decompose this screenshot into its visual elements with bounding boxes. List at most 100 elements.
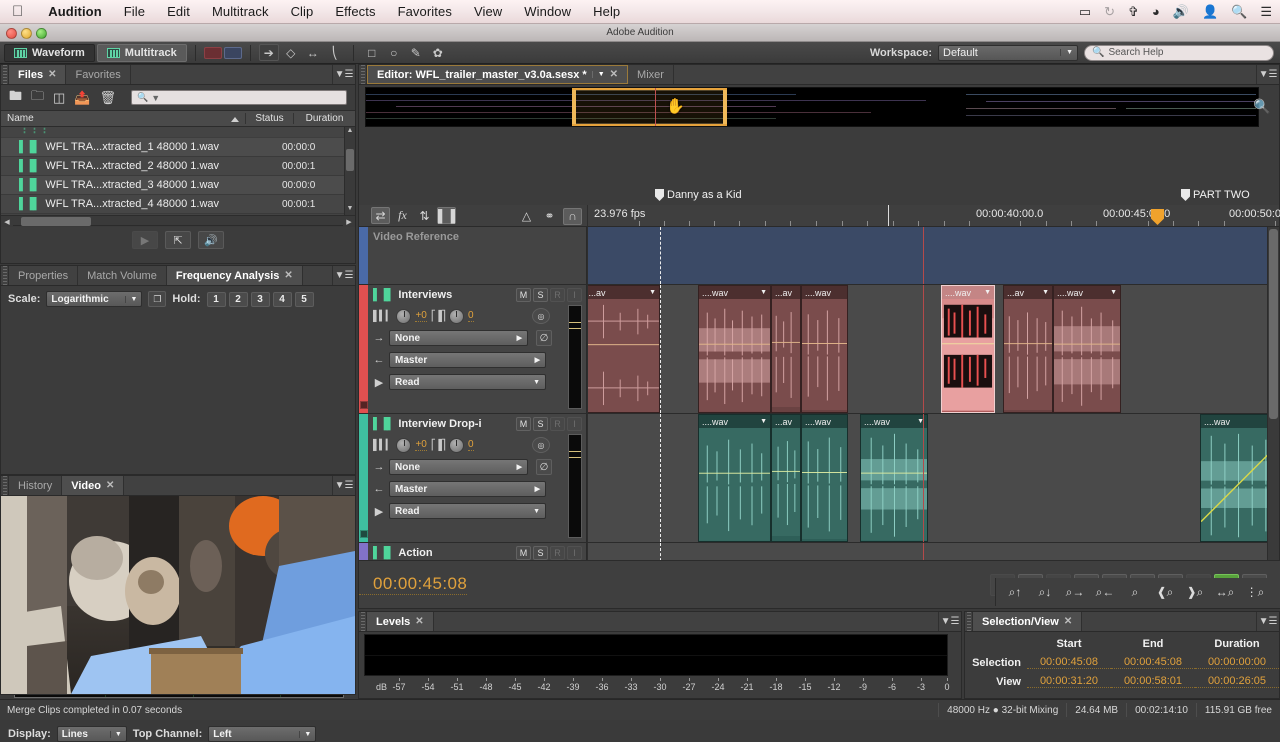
open-folder-icon[interactable]: 🗀 — [31, 87, 44, 109]
input-monitor-button[interactable]: I — [567, 417, 582, 431]
input-monitor-button[interactable]: I — [567, 288, 582, 302]
auto-play-button[interactable]: 🔊 — [198, 231, 224, 249]
bluetooth-icon[interactable]: ✞ — [1128, 5, 1139, 18]
menu-item-effects[interactable]: Effects — [324, 4, 386, 19]
selection-start-value[interactable]: 00:00:45:08 — [1027, 656, 1111, 669]
clip-header[interactable]: ....wav ▼ — [942, 286, 994, 299]
list-item[interactable]: ▌▐▌ WFL TRA...xtracted_1 48000 1.wav 00:… — [1, 138, 344, 157]
record-arm-button[interactable]: R — [550, 546, 565, 560]
tab-match-volume[interactable]: Match Volume — [78, 266, 167, 285]
tab-frequency-analysis[interactable]: Frequency Analysis ✕ — [167, 266, 303, 285]
status-free-space[interactable]: 115.91 GB free — [1196, 703, 1280, 717]
hold-button-2[interactable]: 2 — [229, 292, 248, 307]
view-end-value[interactable]: 00:00:58:01 — [1111, 675, 1195, 688]
record-arm-button[interactable]: R — [550, 417, 565, 431]
close-icon[interactable]: ✕ — [610, 69, 618, 80]
panel-menu-icon[interactable]: ▼☰ — [1257, 65, 1279, 84]
clip-header[interactable]: ....wav — [802, 286, 847, 299]
track-output-select[interactable]: Master ▶ — [389, 481, 546, 497]
close-icon[interactable]: ✕ — [106, 480, 114, 491]
menu-item-favorites[interactable]: Favorites — [387, 4, 463, 19]
spot-healing-brush-icon[interactable]: ✿ — [428, 44, 448, 61]
list-item[interactable]: ⋮⋮⋮ — [1, 127, 344, 138]
clip[interactable]: ....wav ▼ — [860, 414, 928, 542]
track-fx-power-button[interactable]: ◎ — [532, 308, 550, 324]
tab-multitrack[interactable]: Multitrack — [97, 44, 187, 62]
track-header[interactable]: ▌▐▌ Interview Drop-i M S R I ▌▍▎ +0 — [368, 414, 587, 542]
clip[interactable]: ....wav ▼ — [698, 414, 771, 542]
track-color-bar[interactable] — [359, 285, 368, 413]
menu-item-edit[interactable]: Edit — [156, 4, 201, 19]
tab-mixer[interactable]: Mixer — [628, 65, 674, 84]
tab-waveform[interactable]: Waveform — [4, 44, 95, 62]
menu-item-help[interactable]: Help — [582, 4, 631, 19]
apple-icon[interactable]:  — [12, 4, 23, 19]
mixer-icon[interactable]: ▌▐ — [437, 207, 456, 224]
selection-duration-value[interactable]: 00:00:00:00 — [1195, 656, 1279, 669]
paintbrush-selection-icon[interactable]: ✎ — [406, 44, 426, 61]
volume-value[interactable]: +0 — [415, 439, 426, 451]
selection-end-value[interactable]: 00:00:45:08 — [1111, 656, 1195, 669]
clip-header[interactable]: ....wav ▼ — [699, 415, 770, 428]
clip[interactable]: ...av ▼ — [1003, 285, 1053, 413]
spectral-pan-display-button[interactable] — [224, 47, 242, 59]
tab-favorites[interactable]: Favorites — [66, 65, 130, 84]
scroll-down-icon[interactable]: ▼ — [345, 205, 355, 215]
time-selection-tool-icon[interactable]: ⎝ — [325, 44, 345, 61]
video-preview[interactable] — [1, 496, 355, 694]
zoom-to-selection-in-icon[interactable]: ❰⌕ — [1151, 581, 1179, 603]
scroll-left-icon[interactable]: ◀ — [1, 218, 13, 226]
panel-grip[interactable] — [359, 612, 367, 631]
track-automation-select[interactable]: Read ▼ — [389, 503, 546, 519]
column-status[interactable]: Status — [245, 113, 293, 124]
panel-menu-icon[interactable]: ▼☰ — [1257, 612, 1279, 631]
scrollbar-track[interactable] — [13, 217, 343, 226]
clip-header[interactable]: ...av ▼ — [1004, 286, 1052, 299]
panel-menu-icon[interactable]: ▼☰ — [333, 266, 355, 285]
close-icon[interactable]: ✕ — [284, 270, 292, 281]
insert-into-multitrack-button[interactable]: ⇱ — [165, 231, 191, 249]
levels-meter[interactable] — [364, 634, 948, 676]
chevron-down-icon[interactable]: ▼ — [984, 289, 991, 296]
marquee-selection-icon[interactable]: □ — [362, 44, 382, 61]
zoom-out-full-icon[interactable]: ⌕ — [1121, 581, 1149, 603]
column-name[interactable]: Name — [1, 113, 245, 124]
zoom-out-amplitude-icon[interactable]: ⌕↓ — [1031, 581, 1059, 603]
scroll-right-icon[interactable]: ▶ — [343, 218, 355, 226]
display-select[interactable]: Lines ▼ — [57, 726, 127, 742]
pan-value[interactable]: 0 — [468, 310, 474, 322]
panel-grip[interactable] — [1, 266, 9, 285]
clip[interactable]: ....wav — [801, 414, 848, 542]
track-header[interactable]: ▌▐▌ Action M S R I ▌▍▎ +0 ⎡▐⎤ — [368, 543, 587, 560]
metronome-icon[interactable]: △ — [517, 208, 536, 225]
zoom-to-selection-icon[interactable]: ↔⌕ — [1211, 581, 1239, 603]
marker-part-two[interactable]: PART TWO — [1181, 189, 1250, 201]
scale-select[interactable]: Logarithmic ▼ — [46, 291, 142, 307]
track-color-bar[interactable] — [359, 543, 368, 560]
track-header[interactable]: Video Reference — [368, 227, 587, 284]
spectral-frequency-display-button[interactable] — [204, 47, 222, 59]
volume-value[interactable]: +0 — [415, 310, 426, 322]
scrollbar-thumb[interactable] — [346, 149, 354, 171]
view-duration-value[interactable]: 00:00:26:05 — [1195, 675, 1279, 688]
track-lane[interactable] — [587, 227, 1279, 284]
status-duration[interactable]: 00:02:14:10 — [1126, 703, 1196, 717]
menu-item-view[interactable]: View — [463, 4, 513, 19]
current-time-display[interactable]: 00:00:45:08 — [359, 574, 467, 595]
session-overview-navigator[interactable]: ✋ — [365, 87, 1259, 127]
track-color-bar[interactable] — [359, 414, 368, 542]
overview-right-handle[interactable] — [723, 90, 727, 124]
close-icon[interactable]: ✕ — [48, 69, 56, 80]
close-window-button[interactable] — [6, 28, 17, 39]
metronome-settings-icon[interactable]: ⚭ — [540, 208, 559, 225]
overview-selection-range[interactable] — [572, 88, 727, 126]
tab-video[interactable]: Video ✕ — [62, 476, 124, 495]
close-icon[interactable]: ✕ — [1064, 616, 1072, 627]
clip[interactable]: ....wav ▼ — [1053, 285, 1121, 413]
clip-selected[interactable]: ....wav ▼ — [941, 285, 995, 413]
menu-item-audition[interactable]: Audition — [37, 4, 113, 19]
clip[interactable]: ....wav ▼ — [698, 285, 771, 413]
track-lane[interactable]: ....wav ▼ — [587, 414, 1279, 542]
zoom-in-amplitude-icon[interactable]: ⌕↑ — [1001, 581, 1029, 603]
import-icon[interactable]: 📤 — [74, 90, 90, 106]
